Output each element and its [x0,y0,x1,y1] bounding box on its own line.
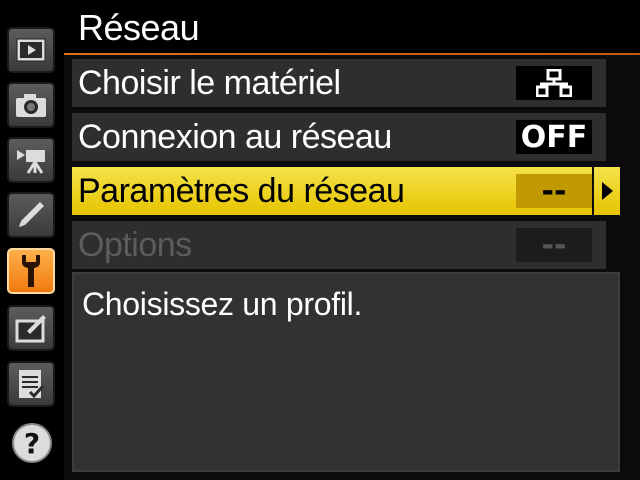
menu-item-network-settings[interactable]: Paramètres du réseau -- [72,167,592,215]
menu-item-value [516,66,592,100]
setup-tab[interactable] [7,248,55,294]
photo-shooting-tab[interactable] [7,82,55,128]
network-icon [536,69,572,97]
movie-shooting-tab[interactable] [7,137,55,183]
retouch-icon [15,315,46,343]
menu-item-value: -- [516,174,592,209]
camera-icon [16,94,46,117]
menu-item-options: Options -- [72,221,606,269]
movie-icon [17,150,45,174]
menu-item-network-connection[interactable]: Connexion au réseau OFF [72,113,606,161]
help-text: Choisissez un profil. [82,286,363,322]
menu-item-value: OFF [516,120,592,155]
menu-item-label: Choisir le matériel [78,64,341,102]
help-icon[interactable]: ? [12,423,52,463]
my-menu-tab[interactable] [7,361,55,407]
page-title: Réseau [78,7,200,48]
help-panel: Choisissez un profil. [72,272,620,472]
pencil-icon [19,202,44,227]
menu-item-label: Paramètres du réseau [78,172,405,210]
chevron-right-icon [601,182,613,200]
wrench-icon [22,255,40,287]
menu-item-label: Options [78,226,192,264]
retouch-tab[interactable] [7,305,55,351]
my-menu-icon [19,370,45,399]
submenu-arrow[interactable] [594,167,620,215]
playback-icon [16,38,46,62]
menu-item-value: -- [516,228,592,263]
menu-item-label: Connexion au réseau [78,118,392,156]
playback-tab[interactable] [7,27,55,73]
title-divider [64,53,640,55]
sidebar: ? [0,0,64,480]
custom-settings-tab[interactable] [7,192,55,238]
menu-item-choose-hardware[interactable]: Choisir le matériel [72,59,606,107]
